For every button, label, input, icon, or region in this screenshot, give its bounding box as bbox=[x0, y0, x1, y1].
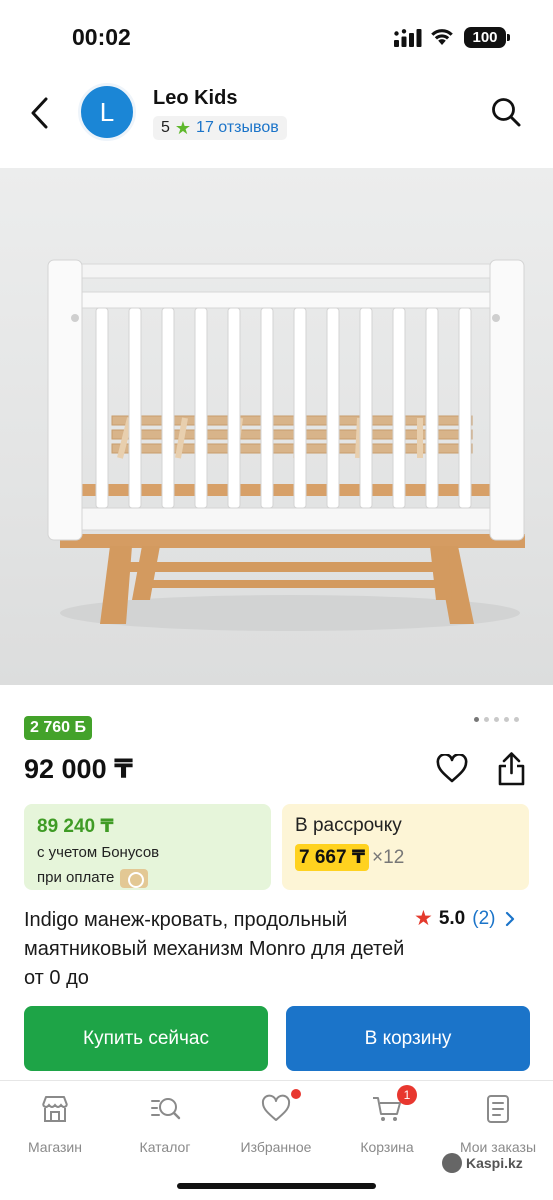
bonus-badge: 2 760 Б bbox=[24, 716, 92, 740]
nav-label: Магазин bbox=[27, 1139, 82, 1155]
shop-rating-chip[interactable]: 5 ★ 17 отзывов bbox=[153, 116, 287, 140]
home-indicator bbox=[177, 1183, 376, 1189]
status-bar: 00:02 100 bbox=[0, 0, 553, 70]
kaspi-logo-icon bbox=[442, 1153, 462, 1173]
orders-icon bbox=[487, 1095, 509, 1123]
back-arrow-icon[interactable] bbox=[28, 96, 52, 130]
catalog-icon bbox=[151, 1098, 181, 1120]
product-image[interactable] bbox=[0, 168, 553, 685]
bonus-note-text: с учетом Бонусов bbox=[37, 844, 160, 861]
bonus-note-line2: при оплате bbox=[37, 868, 258, 888]
nav-label: Корзина bbox=[360, 1139, 414, 1155]
heart-icon bbox=[261, 1094, 291, 1121]
nav-label: Каталог bbox=[139, 1139, 191, 1155]
product-rating[interactable]: ★ 5.0 (2) bbox=[414, 906, 515, 931]
reviews-link[interactable]: 17 отзывов bbox=[196, 119, 279, 137]
nav-label: Избранное bbox=[240, 1139, 312, 1155]
share-icon[interactable] bbox=[496, 751, 527, 787]
bonus-price-card[interactable]: 89 240 ₸ с учетом Бонусов при оплате bbox=[24, 804, 271, 890]
wifi-icon bbox=[431, 29, 453, 45]
chevron-right-icon bbox=[506, 911, 515, 926]
bonus-note-line1: с учетом Бонусов bbox=[37, 843, 258, 863]
status-time: 00:02 bbox=[72, 24, 131, 50]
favorite-heart-icon[interactable] bbox=[436, 754, 468, 784]
installment-title: В рассрочку bbox=[295, 815, 402, 836]
cart-count-badge: 1 bbox=[397, 1085, 417, 1105]
pager-dot bbox=[484, 717, 489, 722]
cellular-signal-icon bbox=[394, 29, 422, 47]
shop-avatar[interactable]: L bbox=[78, 83, 136, 141]
add-to-cart-button[interactable]: В корзину bbox=[286, 1006, 530, 1071]
pager-dot bbox=[494, 717, 499, 722]
shop-rating-value: 5 bbox=[161, 119, 170, 136]
buy-now-button[interactable]: Купить сейчас bbox=[24, 1006, 268, 1071]
kaspi-logo-text: Kaspi.kz bbox=[466, 1155, 523, 1171]
nav-item-cart[interactable]: 1 Корзина bbox=[332, 1085, 442, 1155]
notification-dot bbox=[291, 1089, 301, 1099]
crib-image bbox=[47, 259, 525, 631]
pager-dot bbox=[504, 717, 509, 722]
search-icon[interactable] bbox=[490, 96, 522, 128]
nav-item-catalog[interactable]: Каталог bbox=[110, 1093, 220, 1155]
nav-item-shop[interactable]: Магазин bbox=[0, 1093, 110, 1155]
star-icon: ★ bbox=[174, 117, 192, 138]
product-price: 92 000 ₸ bbox=[24, 754, 133, 784]
installment-card[interactable]: В рассрочку 7 667 ₸ ×12 bbox=[282, 804, 529, 890]
product-rating-count: (2) bbox=[472, 907, 496, 929]
installment-row: 7 667 ₸ ×12 bbox=[295, 844, 516, 871]
bonus-coin-icon bbox=[120, 868, 149, 888]
installment-multiplier: ×12 bbox=[372, 846, 405, 868]
image-pager-dots bbox=[474, 717, 519, 722]
kaspi-logo: Kaspi.kz bbox=[442, 1153, 523, 1173]
bonus-price: 89 240 ₸ bbox=[37, 816, 114, 837]
pager-dot bbox=[514, 717, 519, 722]
shop-header: L Leo Kids 5 ★ 17 отзывов bbox=[0, 70, 553, 168]
shop-icon bbox=[42, 1096, 68, 1122]
installment-amount: 7 667 ₸ bbox=[295, 844, 370, 871]
battery-indicator: 100 bbox=[464, 27, 510, 48]
product-rating-value: 5.0 bbox=[438, 907, 466, 929]
star-icon: ★ bbox=[414, 907, 433, 930]
pager-dot bbox=[474, 717, 479, 722]
bonus-note-text: при оплате bbox=[37, 869, 115, 886]
product-title: Indigo манеж-кровать, продольный маятник… bbox=[24, 909, 405, 989]
nav-item-favorites[interactable]: Избранное bbox=[221, 1089, 331, 1155]
nav-item-orders[interactable]: Мои заказы bbox=[443, 1093, 553, 1155]
bottom-navigation: Магазин Каталог Избранное 1 Корзина Мои … bbox=[0, 1080, 553, 1200]
shop-name[interactable]: Leo Kids bbox=[153, 87, 237, 110]
